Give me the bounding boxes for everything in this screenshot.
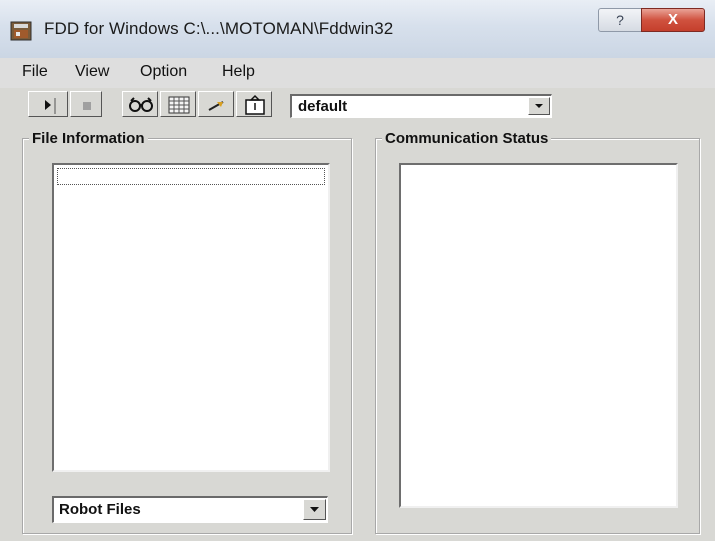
menu-option[interactable]: Option (140, 63, 187, 81)
menu-file[interactable]: File (22, 63, 48, 81)
title-bar[interactable]: FDD for Windows C:\...\MOTOMAN\Fddwin32 … (0, 0, 715, 59)
app-icon (10, 20, 34, 42)
profile-dropdown-button[interactable] (528, 97, 550, 115)
file-type-dropdown-button[interactable] (303, 499, 326, 520)
app-window: FDD for Windows C:\...\MOTOMAN\Fddwin32 … (0, 0, 715, 541)
list-item[interactable] (57, 168, 325, 185)
grid-button[interactable] (160, 91, 196, 117)
stop-button[interactable] (70, 91, 102, 117)
chevron-down-icon (529, 101, 549, 118)
profile-value: default (298, 98, 348, 115)
start-button[interactable] (28, 91, 68, 117)
chevron-down-icon (304, 506, 325, 523)
communication-status-title: Communication Status (382, 130, 552, 147)
menu-bar: File View Option Help (0, 58, 715, 88)
file-information-title: File Information (29, 130, 148, 147)
window-title: FDD for Windows C:\...\MOTOMAN\Fddwin32 (44, 19, 394, 38)
menu-help[interactable]: Help (222, 63, 255, 81)
view-button[interactable] (122, 91, 158, 117)
communication-status-log[interactable] (399, 163, 678, 508)
transfer-button[interactable] (198, 91, 234, 117)
close-button[interactable]: X (641, 8, 705, 32)
folder-button[interactable] (236, 91, 272, 117)
menu-view[interactable]: View (75, 63, 109, 81)
file-type-value: Robot Files (59, 501, 141, 518)
profile-select[interactable]: default (290, 94, 552, 118)
help-button[interactable]: ? (598, 8, 642, 32)
file-type-select[interactable]: Robot Files (52, 496, 328, 523)
file-list[interactable] (52, 163, 330, 472)
